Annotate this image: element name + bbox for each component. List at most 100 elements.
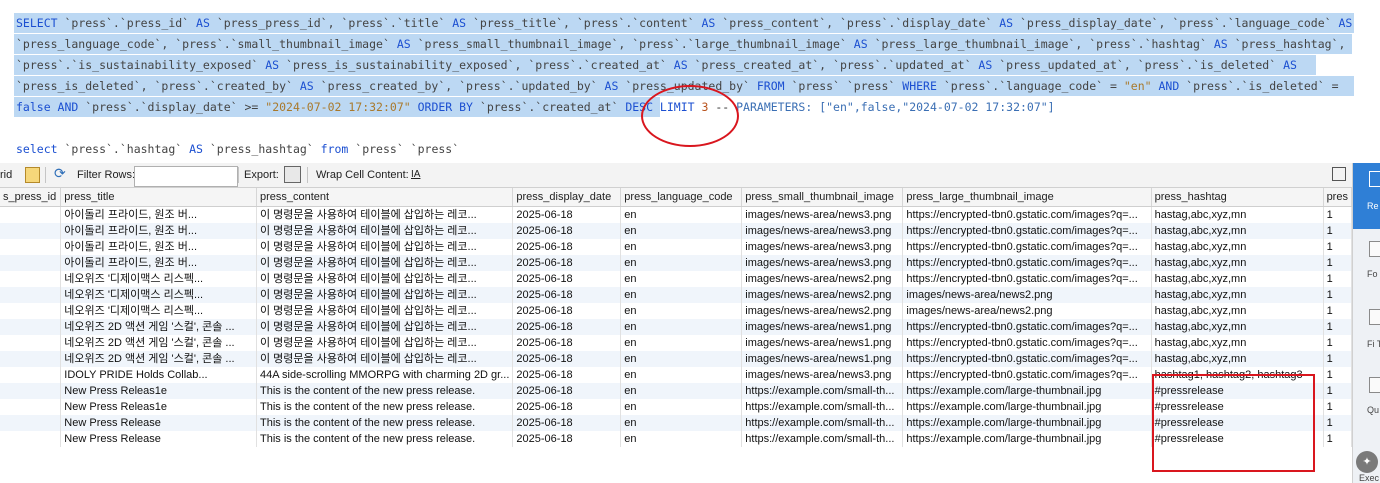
table-cell[interactable]: en [620, 223, 743, 239]
table-cell[interactable]: en [620, 415, 743, 431]
result-grid-panel-button[interactable]: Re G [1353, 163, 1380, 229]
table-cell[interactable]: https://example.com/large-thumbnail.jpg [902, 399, 1152, 415]
table-cell[interactable]: 이 명령문을 사용하여 테이블에 삽입하는 레코... [256, 287, 514, 303]
table-cell[interactable]: images/news-area/news1.png [741, 351, 904, 367]
table-cell[interactable]: 2025-06-18 [512, 223, 622, 239]
table-cell[interactable]: images/news-area/news3.png [741, 255, 904, 271]
table-row[interactable]: 네오위즈 '디제이맥스 리스펙... 이 명령문을 사용하여 테이블에 삽입하는 … [0, 271, 1352, 287]
table-cell[interactable]: 2025-06-18 [512, 399, 622, 415]
table-cell[interactable] [0, 223, 62, 239]
table-cell[interactable]: en [620, 335, 743, 351]
table-cell[interactable]: 네오위즈 2D 액션 게임 '스컬', 콘솔 ... [60, 351, 257, 367]
table-cell[interactable]: hastag,abc,xyz,mn [1151, 303, 1324, 319]
table-row[interactable]: 네오위즈 '디제이맥스 리스펙... 이 명령문을 사용하여 테이블에 삽입하는 … [0, 303, 1352, 319]
table-cell[interactable] [0, 206, 62, 223]
table-cell[interactable]: 이 명령문을 사용하여 테이블에 삽입하는 레코... [256, 351, 514, 367]
table-cell[interactable]: 2025-06-18 [512, 383, 622, 399]
table-cell[interactable]: 1 [1323, 319, 1352, 335]
table-cell[interactable]: 1 [1323, 383, 1352, 399]
rp-label-2[interactable]: Fi Ty [1367, 339, 1380, 349]
column-header-press-large-thumbnail-image[interactable]: press_large_thumbnail_image [902, 188, 1152, 207]
table-cell[interactable] [0, 367, 62, 383]
table-row[interactable]: New Press Release This is the content of … [0, 415, 1352, 431]
table-row[interactable]: 네오위즈 '디제이맥스 리스펙... 이 명령문을 사용하여 테이블에 삽입하는 … [0, 287, 1352, 303]
table-cell[interactable]: https://encrypted-tbn0.gstatic.com/image… [902, 351, 1152, 367]
form-editor-icon[interactable] [1369, 241, 1380, 257]
table-cell[interactable]: https://encrypted-tbn0.gstatic.com/image… [902, 239, 1152, 255]
table-cell[interactable]: images/news-area/news2.png [741, 303, 904, 319]
table-cell[interactable]: This is the content of the new press rel… [256, 431, 514, 447]
table-cell[interactable]: 네오위즈 '디제이맥스 리스펙... [60, 271, 257, 287]
wrap-cell-icon[interactable]: IA [411, 168, 420, 182]
table-row[interactable]: New Press Release This is the content of … [0, 431, 1352, 447]
table-cell[interactable]: images/news-area/news3.png [741, 367, 904, 383]
table-cell[interactable]: https://encrypted-tbn0.gstatic.com/image… [902, 335, 1152, 351]
column-header-press-content[interactable]: press_content [256, 188, 514, 207]
table-cell[interactable]: 네오위즈 2D 액션 게임 '스컬', 콘솔 ... [60, 319, 257, 335]
table-cell[interactable]: This is the content of the new press rel… [256, 383, 514, 399]
field-types-icon[interactable] [1369, 309, 1380, 325]
rp-label-1[interactable]: Fo Ed [1367, 269, 1380, 279]
table-cell[interactable]: hastag,abc,xyz,mn [1151, 319, 1324, 335]
table-row[interactable]: IDOLY PRIDE Holds Collab... 44A side-scro… [0, 367, 1352, 383]
table-cell[interactable]: en [620, 383, 743, 399]
table-cell[interactable] [0, 351, 62, 367]
table-cell[interactable]: en [620, 319, 743, 335]
table-cell[interactable]: 1 [1323, 287, 1352, 303]
table-cell[interactable]: 1 [1323, 399, 1352, 415]
table-row[interactable]: 네오위즈 2D 액션 게임 '스컬', 콘솔 ... 이 명령문을 사용하여 테이… [0, 335, 1352, 351]
magic-wand-icon[interactable]: ✦ [1356, 451, 1378, 473]
table-cell[interactable]: 네오위즈 2D 액션 게임 '스컬', 콘솔 ... [60, 335, 257, 351]
column-header-s-press-id[interactable]: s_press_id [0, 188, 62, 207]
table-cell[interactable]: images/news-area/news2.png [741, 287, 904, 303]
table-cell[interactable]: images/news-area/news2.png [741, 271, 904, 287]
table-cell[interactable]: IDOLY PRIDE Holds Collab... [60, 367, 257, 383]
table-cell[interactable]: 2025-06-18 [512, 271, 622, 287]
table-cell[interactable]: hastag,abc,xyz,mn [1151, 255, 1324, 271]
table-row[interactable]: 아이돌리 프라이드, 원조 버... 이 명령문을 사용하여 테이블에 삽입하는 … [0, 206, 1352, 223]
table-row[interactable]: New Press Releas1e This is the content of… [0, 399, 1352, 415]
table-cell[interactable]: 2025-06-18 [512, 239, 622, 255]
table-cell[interactable]: 44A side-scrolling MMORPG with charming … [256, 367, 514, 383]
table-cell[interactable]: 1 [1323, 239, 1352, 255]
table-cell[interactable]: 이 명령문을 사용하여 테이블에 삽입하는 레코... [256, 335, 514, 351]
table-row[interactable]: New Press Releas1e This is the content of… [0, 383, 1352, 399]
column-header-press-language-code[interactable]: press_language_code [620, 188, 743, 207]
table-cell[interactable]: hastag,abc,xyz,mn [1151, 351, 1324, 367]
table-cell[interactable]: 2025-06-18 [512, 415, 622, 431]
table-cell[interactable]: 아이돌리 프라이드, 원조 버... [60, 223, 257, 239]
table-cell[interactable]: https://example.com/small-th... [741, 399, 904, 415]
table-cell[interactable]: New Press Release [60, 431, 257, 447]
table-cell[interactable]: 2025-06-18 [512, 319, 622, 335]
table-cell[interactable]: 아이돌리 프라이드, 원조 버... [60, 255, 257, 271]
table-cell[interactable]: 아이돌리 프라이드, 원조 버... [60, 239, 257, 255]
table-cell[interactable]: en [620, 271, 743, 287]
rp-label-4[interactable]: Exec [1359, 473, 1379, 483]
table-cell[interactable] [0, 415, 62, 431]
table-cell[interactable]: en [620, 431, 743, 447]
table-cell[interactable]: hastag,abc,xyz,mn [1151, 335, 1324, 351]
table-cell[interactable] [0, 239, 62, 255]
table-cell[interactable]: New Press Releas1e [60, 383, 257, 399]
table-cell[interactable] [0, 383, 62, 399]
table-cell[interactable]: hastag,abc,xyz,mn [1151, 287, 1324, 303]
table-cell[interactable]: 2025-06-18 [512, 367, 622, 383]
result-grid[interactable]: s_press_id press_title press_content press_… [0, 188, 1352, 483]
table-row[interactable]: 아이돌리 프라이드, 원조 버... 이 명령문을 사용하여 테이블에 삽입하는 … [0, 223, 1352, 239]
table-cell[interactable]: https://encrypted-tbn0.gstatic.com/image… [902, 319, 1152, 335]
table-cell[interactable]: 1 [1323, 206, 1352, 223]
table-cell[interactable]: https://example.com/small-th... [741, 431, 904, 447]
table-cell[interactable]: https://encrypted-tbn0.gstatic.com/image… [902, 271, 1152, 287]
column-header-press-title[interactable]: press_title [60, 188, 257, 207]
table-cell[interactable]: 2025-06-18 [512, 335, 622, 351]
table-cell[interactable]: en [620, 255, 743, 271]
table-cell[interactable]: hastag,abc,xyz,mn [1151, 271, 1324, 287]
table-cell[interactable]: https://encrypted-tbn0.gstatic.com/image… [902, 367, 1152, 383]
result-grid-tab[interactable]: rid [0, 168, 12, 182]
sql-select-statement-2[interactable]: select `press`.`hashtag` AS `press_hasht… [16, 142, 459, 156]
column-header-press-display-date[interactable]: press_display_date [512, 188, 622, 207]
table-cell[interactable]: images/news-area/news3.png [741, 239, 904, 255]
table-cell[interactable]: 1 [1323, 415, 1352, 431]
table-cell[interactable]: https://example.com/large-thumbnail.jpg [902, 383, 1152, 399]
table-cell[interactable]: en [620, 351, 743, 367]
